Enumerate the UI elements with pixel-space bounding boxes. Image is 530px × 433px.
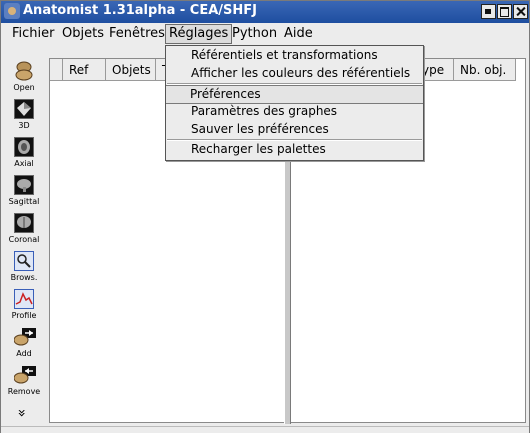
profile-icon (14, 289, 34, 309)
close-window-button[interactable] (513, 4, 528, 19)
axial-label: Axial (14, 159, 34, 168)
sagittal-button[interactable]: Sagittal (5, 173, 43, 209)
menu-bar: Fichier Objets Fenêtres Réglages Python … (1, 23, 529, 45)
menu-objets[interactable]: Objets (59, 25, 107, 43)
3d-button[interactable]: 3D (5, 97, 43, 133)
add-object-icon (13, 327, 36, 347)
open-button[interactable]: Open (5, 59, 43, 95)
remove-object-icon (13, 365, 36, 385)
app-logo-icon (4, 3, 20, 19)
header-corner (50, 59, 63, 81)
open-icon (14, 61, 34, 81)
main-window: Anatomist 1.31alpha - CEA/SHFJ Fichier O… (0, 0, 530, 433)
menu-aide[interactable]: Aide (281, 25, 316, 43)
browser-button[interactable]: Brows. (5, 249, 43, 285)
add-label: Add (16, 349, 32, 358)
maximize-button[interactable] (497, 4, 512, 19)
axial-view-icon (14, 137, 34, 157)
column-header-objets[interactable]: Objets (106, 59, 156, 81)
chevron-down-icon: » (13, 408, 30, 418)
menu-fenetres[interactable]: Fenêtres (106, 25, 168, 43)
3d-view-icon (14, 99, 34, 119)
column-header-type-right[interactable]: ype (420, 59, 454, 81)
coronal-label: Coronal (8, 235, 40, 244)
menu-item-parametres-graphes[interactable]: Paramètres des graphes (191, 104, 337, 118)
menu-item-preferences[interactable]: Préférences (166, 85, 423, 104)
menu-item-recharger-palettes[interactable]: Recharger les palettes (191, 142, 326, 156)
minimize-button[interactable] (481, 4, 496, 19)
sagittal-view-icon (14, 175, 34, 195)
remove-label: Remove (7, 387, 41, 396)
add-button[interactable]: Add (5, 325, 43, 361)
profile-label: Profile (11, 311, 37, 320)
title-bar[interactable]: Anatomist 1.31alpha - CEA/SHFJ (1, 1, 529, 23)
menu-separator (167, 139, 422, 141)
coronal-view-icon (14, 213, 34, 233)
menu-item-afficher-couleurs[interactable]: Afficher les couleurs des référentiels (191, 66, 410, 80)
menu-python[interactable]: Python (229, 25, 280, 43)
menu-reglages[interactable]: Réglages (165, 24, 233, 44)
browser-icon (14, 251, 34, 271)
menu-item-referentiels[interactable]: Référentiels et transformations (191, 48, 378, 62)
profile-button[interactable]: Profile (5, 287, 43, 323)
toolbar-more-button[interactable]: » (5, 407, 43, 423)
browser-label: Brows. (10, 273, 38, 282)
panel-splitter[interactable] (284, 161, 291, 424)
3d-label: 3D (18, 121, 30, 130)
menu-fichier[interactable]: Fichier (9, 25, 58, 43)
coronal-button[interactable]: Coronal (5, 211, 43, 247)
menu-item-sauver-preferences[interactable]: Sauver les préférences (191, 122, 329, 136)
open-label: Open (13, 83, 35, 92)
axial-button[interactable]: Axial (5, 135, 43, 171)
sagittal-label: Sagittal (8, 197, 40, 206)
remove-button[interactable]: Remove (5, 363, 43, 399)
reglages-dropdown-menu: Référentiels et transformations Afficher… (165, 45, 424, 161)
column-header-nb-obj[interactable]: Nb. obj. (454, 59, 516, 81)
left-toolbar: Open 3D Axial Sagittal Coronal Brows. Pr… (5, 49, 43, 425)
status-bar (1, 426, 529, 433)
column-header-ref[interactable]: Ref (63, 59, 106, 81)
window-title: Anatomist 1.31alpha - CEA/SHFJ (23, 3, 257, 18)
